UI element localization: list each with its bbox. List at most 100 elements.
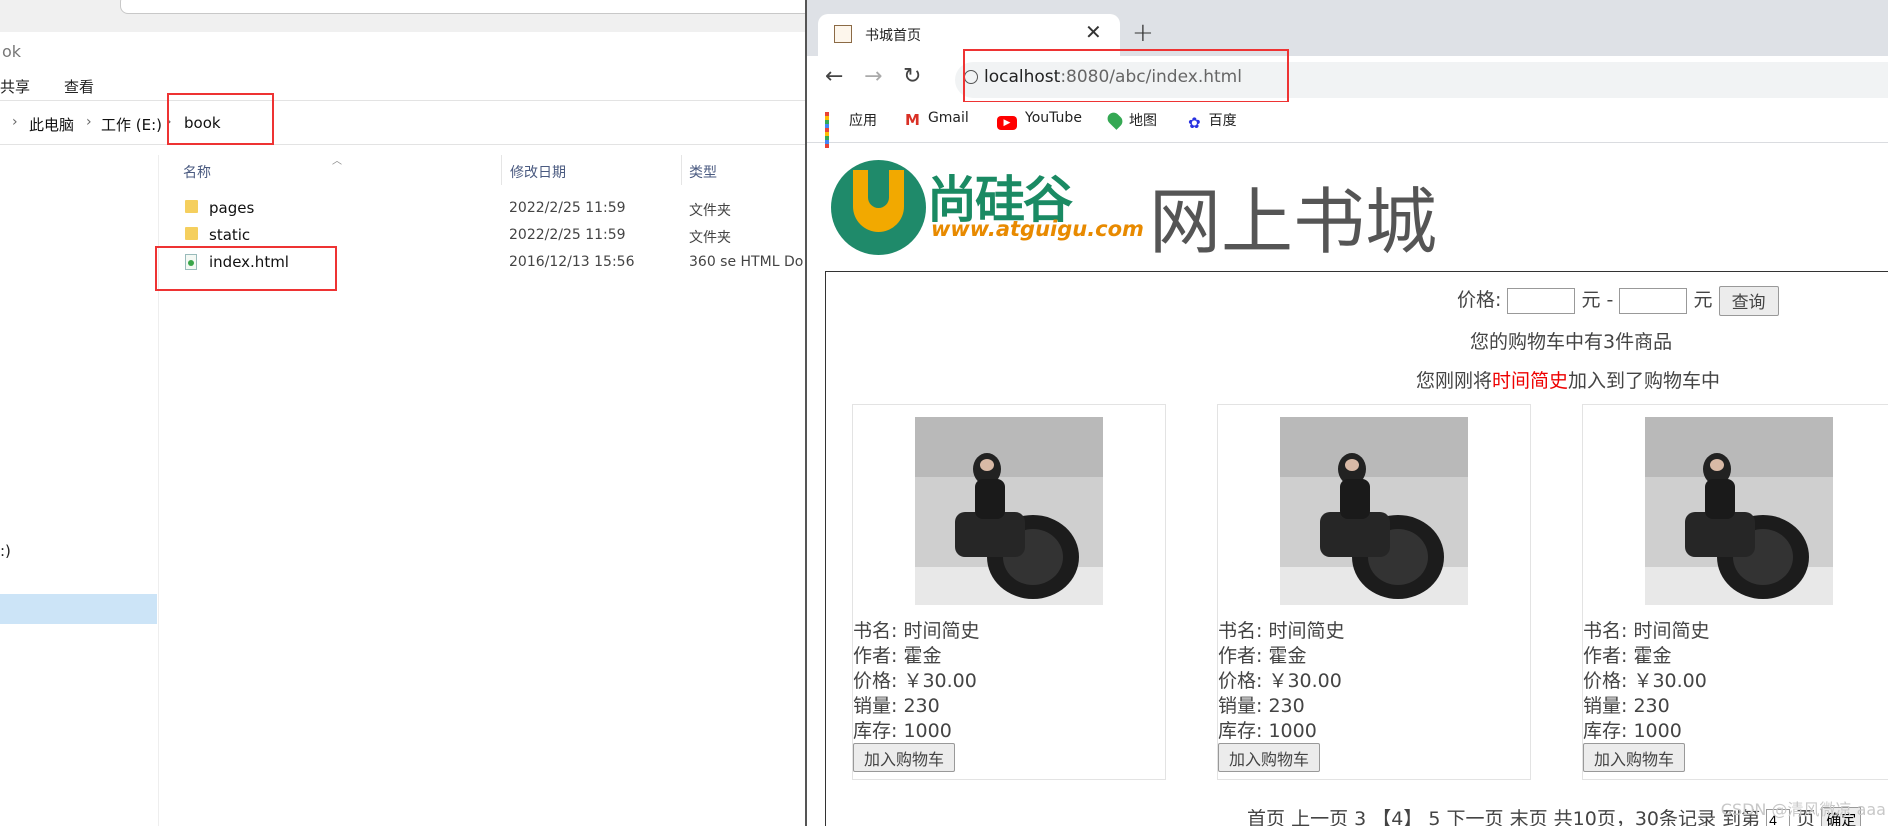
search-button[interactable]: 查询 xyxy=(1718,285,1779,316)
bookmark-apps[interactable]: 应用 xyxy=(825,110,877,148)
book-card: 书名: 时间简史 作者: 霍金 价格: ￥30.00 销量: 230 库存: 1… xyxy=(1217,404,1531,780)
book-author: 作者: 霍金 xyxy=(853,645,942,667)
book-cover-image[interactable] xyxy=(1280,417,1468,605)
price-unit-to: 元 xyxy=(1693,289,1713,311)
apps-grid-icon xyxy=(825,112,841,148)
current-page: 【4】 xyxy=(1372,808,1423,826)
book-title: 书名: 时间简史 xyxy=(853,620,980,642)
book-info: 书名: 时间简史 作者: 霍金 价格: ￥30.00 销量: 230 库存: 1… xyxy=(1218,619,1344,744)
book-title: 书名: 时间简史 xyxy=(1583,620,1710,642)
max-price-input[interactable] xyxy=(1619,287,1688,314)
book-price: 价格: ￥30.00 xyxy=(1218,670,1342,692)
book-sales: 销量: 230 xyxy=(1218,695,1305,717)
file-date: 2022/2/25 11:59 xyxy=(509,200,626,216)
new-tab-plus-icon[interactable]: + xyxy=(1132,18,1154,48)
navigation-item-fragment[interactable]: :) xyxy=(0,542,11,560)
book-stock: 库存: 1000 xyxy=(853,720,952,742)
bookmark-youtube[interactable]: ▶ YouTube xyxy=(997,110,1082,130)
column-divider[interactable] xyxy=(681,155,682,185)
reload-icon[interactable]: ↻ xyxy=(903,64,921,89)
page-link-3[interactable]: 3 xyxy=(1354,808,1366,826)
bookmark-baidu[interactable]: ✿ 百度 xyxy=(1188,110,1237,132)
page-link-5[interactable]: 5 xyxy=(1428,808,1440,826)
last-page-link[interactable]: 末页 xyxy=(1510,808,1548,826)
motorbike-photo xyxy=(1645,417,1833,605)
cart-message-prefix: 您刚刚将 xyxy=(1416,370,1493,392)
cart-count-text: 您的购物车中有3件商品 xyxy=(1470,331,1673,353)
favicon-icon xyxy=(834,25,852,43)
ribbon-divider xyxy=(0,100,805,101)
sort-up-icon: ︿ xyxy=(332,156,342,167)
book-info: 书名: 时间简史 作者: 霍金 价格: ￥30.00 销量: 230 库存: 1… xyxy=(1583,619,1709,744)
add-to-cart-button[interactable]: 加入购物车 xyxy=(1218,743,1321,772)
file-type: 文件夹 xyxy=(689,203,731,219)
book-price: 价格: ￥30.00 xyxy=(853,670,977,692)
navigation-pane xyxy=(0,155,159,826)
file-name: static xyxy=(209,226,251,244)
map-pin-icon xyxy=(1105,110,1125,130)
book-title: 书名: 时间简史 xyxy=(1218,620,1345,642)
highlight-box-url xyxy=(963,49,1289,103)
breadcrumb-drive-e[interactable]: 工作 (E:) xyxy=(101,114,162,135)
logo-u-inner xyxy=(868,166,889,208)
book-info: 书名: 时间简史 作者: 霍金 价格: ￥30.00 销量: 230 库存: 1… xyxy=(853,619,979,744)
ribbon-tab-share[interactable]: 共享 xyxy=(0,76,30,97)
bookmark-label: 地图 xyxy=(1129,113,1157,129)
ribbon-tab-view[interactable]: 查看 xyxy=(64,76,94,97)
chevron-right-icon: › xyxy=(12,114,18,130)
file-explorer-window: ok 共享 查看 › 此电脑 › 工作 (E:) › book :) ︿ 名称 … xyxy=(0,0,805,826)
logo-url-text: www.atguigu.com xyxy=(931,217,1144,241)
cart-message: 您刚刚将时间简史加入到了购物车中 xyxy=(1416,366,1720,393)
add-to-cart-button[interactable]: 加入购物车 xyxy=(1583,743,1686,772)
book-cover-image[interactable] xyxy=(1645,417,1833,605)
back-arrow-icon[interactable]: ← xyxy=(825,64,843,89)
tab-title: 书城首页 xyxy=(865,28,921,44)
next-page-link[interactable]: 下一页 xyxy=(1447,808,1504,826)
book-stock: 库存: 1000 xyxy=(1583,720,1682,742)
folder-icon xyxy=(185,200,198,213)
add-to-cart-button[interactable]: 加入购物车 xyxy=(853,743,956,772)
book-stock: 库存: 1000 xyxy=(1218,720,1317,742)
column-header-date[interactable]: 修改日期 xyxy=(510,162,566,182)
price-search-form: 价格: 元 - 元 查询 xyxy=(1457,285,1779,316)
min-price-input[interactable] xyxy=(1507,287,1576,314)
bookmark-gmail[interactable]: M Gmail xyxy=(905,110,969,129)
motorbike-photo xyxy=(915,417,1103,605)
price-unit-from: 元 - xyxy=(1581,289,1614,311)
book-sales: 销量: 230 xyxy=(1583,695,1670,717)
bookmark-label: 百度 xyxy=(1208,113,1237,129)
first-page-link[interactable]: 首页 xyxy=(1247,808,1285,826)
bookmark-maps[interactable]: 地图 xyxy=(1105,110,1157,130)
close-icon[interactable]: ✕ xyxy=(1085,20,1102,44)
address-divider xyxy=(0,144,805,145)
folder-icon xyxy=(185,227,198,240)
column-divider[interactable] xyxy=(501,155,502,185)
highlight-box-index-file xyxy=(155,246,337,291)
motorbike-photo xyxy=(1280,417,1468,605)
book-price: 价格: ￥30.00 xyxy=(1583,670,1707,692)
gmail-icon: M xyxy=(905,111,920,129)
column-header-name[interactable]: 名称 xyxy=(183,162,211,182)
cart-message-suffix: 加入到了购物车中 xyxy=(1568,370,1721,392)
file-date: 2016/12/13 15:56 xyxy=(509,254,635,270)
prev-page-link[interactable]: 上一页 xyxy=(1291,808,1348,826)
cart-message-book: 时间简史 xyxy=(1492,370,1569,392)
book-author: 作者: 霍金 xyxy=(1218,645,1307,667)
explorer-top-search-box[interactable] xyxy=(120,0,805,14)
column-header-type[interactable]: 类型 xyxy=(689,162,717,182)
book-cover-image[interactable] xyxy=(915,417,1103,605)
book-card: 书名: 时间简史 作者: 霍金 价格: ￥30.00 销量: 230 库存: 1… xyxy=(1582,404,1888,780)
browser-window: 书城首页 ✕ + ← → ↻ localhost:8080/abc/index.… xyxy=(805,0,1888,826)
file-type: 360 se HTML Do xyxy=(689,254,804,270)
bookmark-label: YouTube xyxy=(1025,110,1082,126)
bookmarks-bar xyxy=(807,102,1888,143)
file-date: 2022/2/25 11:59 xyxy=(509,227,626,243)
bookmark-label: Gmail xyxy=(927,110,969,126)
forward-arrow-icon[interactable]: → xyxy=(864,64,882,89)
file-name: pages xyxy=(209,199,255,217)
breadcrumb-this-pc[interactable]: 此电脑 xyxy=(29,114,74,135)
navigation-selected-item[interactable] xyxy=(0,594,157,624)
explorer-window-title: ok xyxy=(2,42,22,61)
file-type: 文件夹 xyxy=(689,230,731,246)
highlight-box-breadcrumb xyxy=(167,93,274,145)
